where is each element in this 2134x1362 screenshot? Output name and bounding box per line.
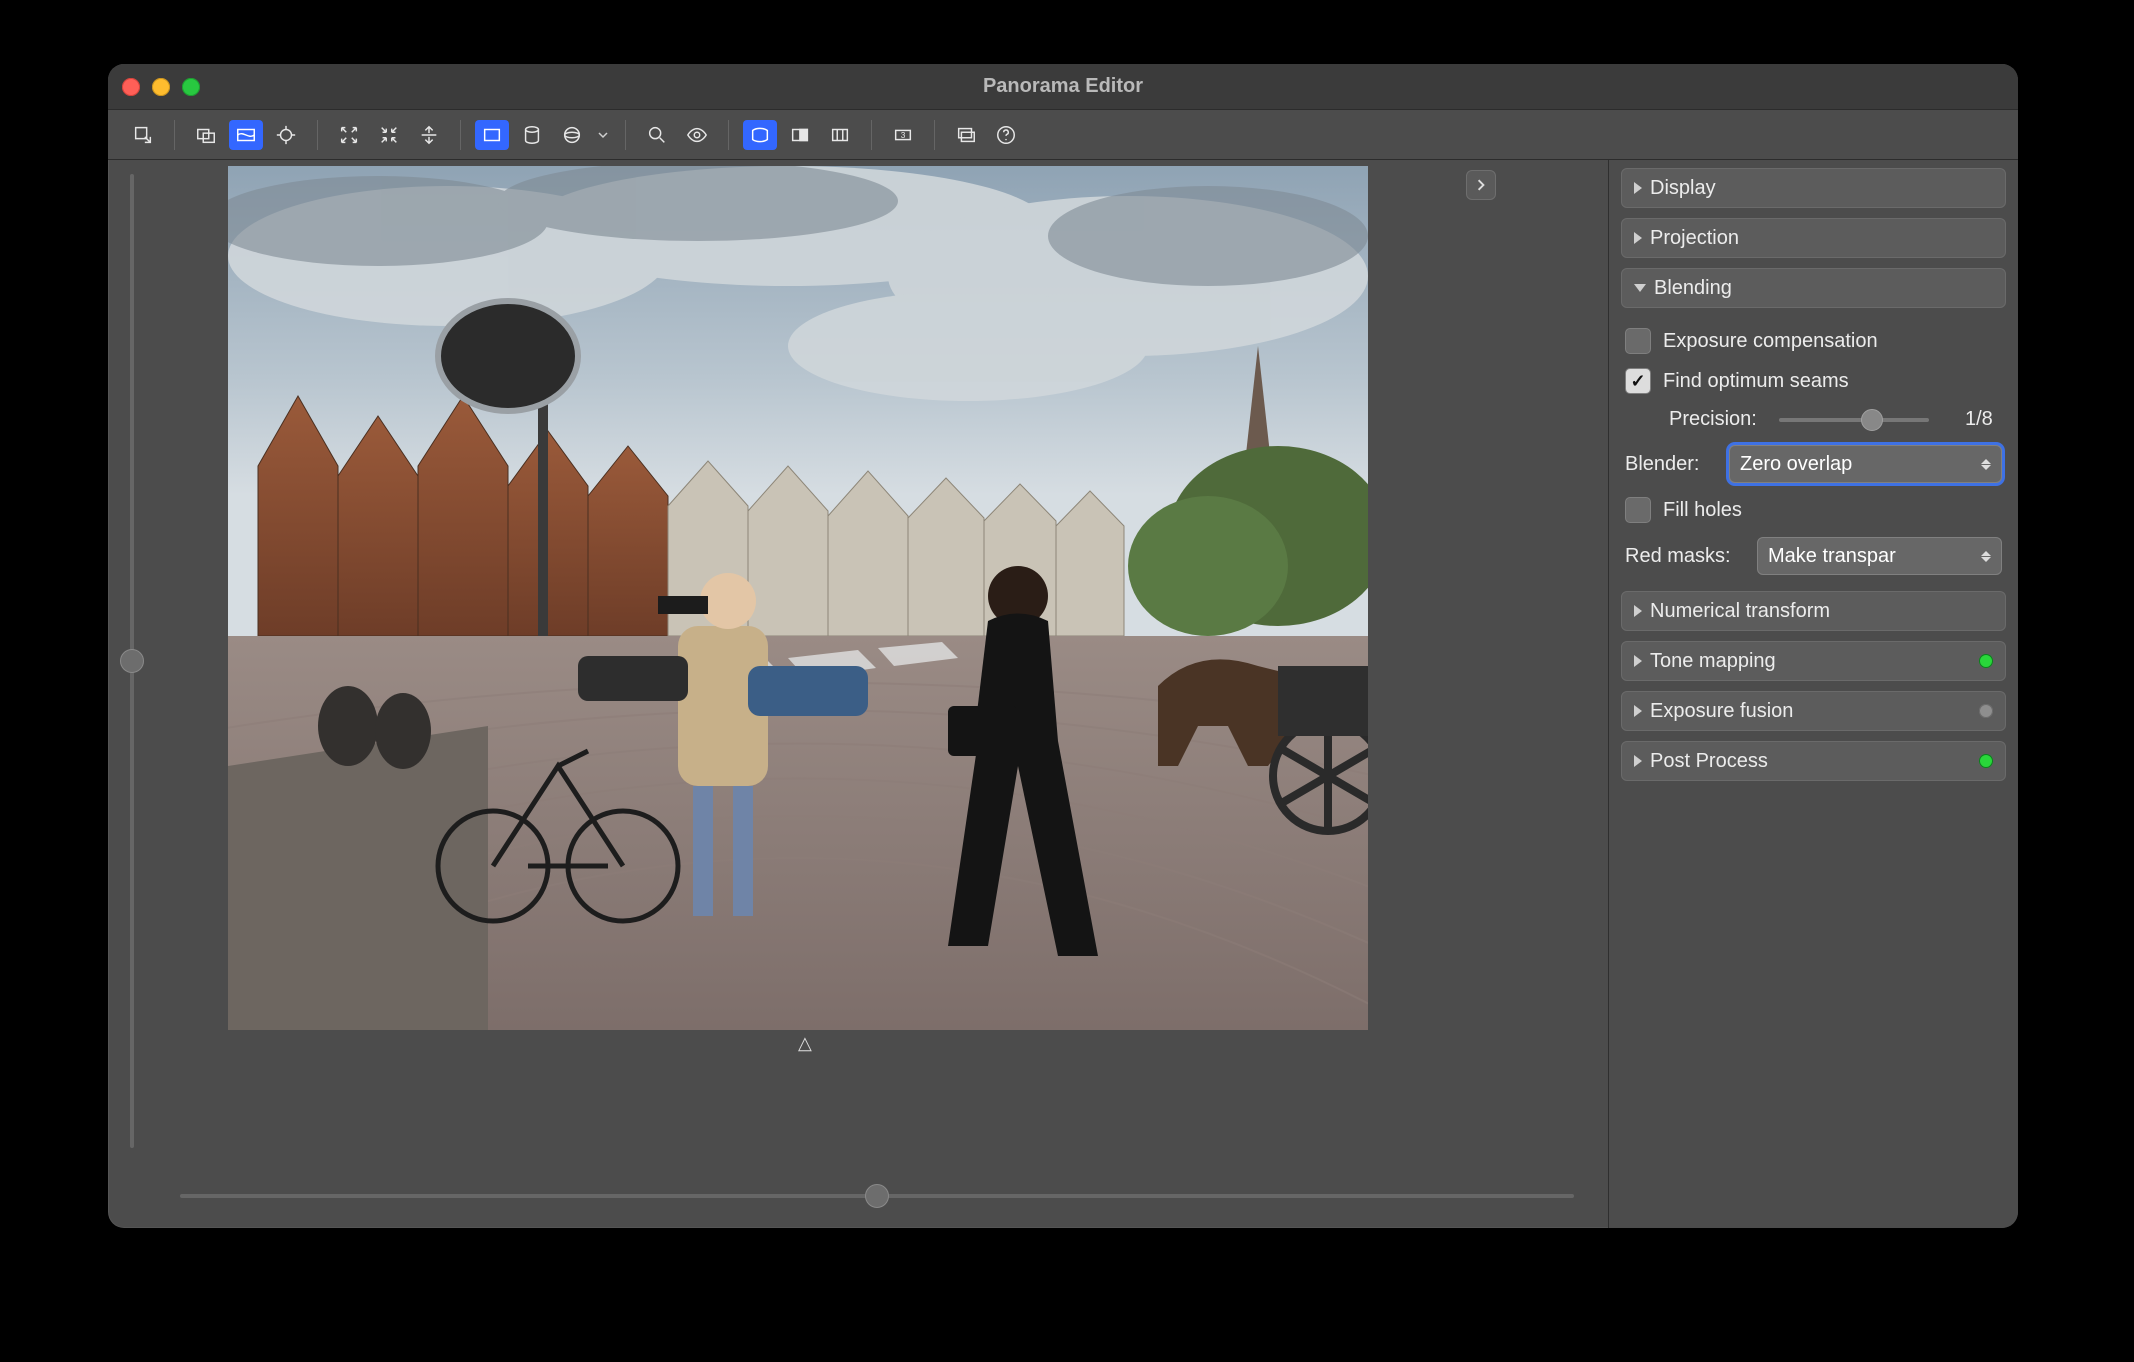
yaw-center-marker: △ (798, 1033, 812, 1054)
blender-select[interactable]: Zero overlap (1729, 445, 2002, 483)
red-masks-label: Red masks: (1625, 545, 1745, 568)
red-masks-value: Make transpar (1768, 545, 1896, 568)
thumbnail-3-icon[interactable]: 3 (886, 120, 920, 150)
layout-overlap-icon[interactable] (189, 120, 223, 150)
panorama-editor-window: Panorama Editor (108, 64, 2018, 1228)
panel-exposure-fusion[interactable]: Exposure fusion (1621, 691, 2006, 731)
window-controls (122, 64, 200, 110)
halftone-icon[interactable] (783, 120, 817, 150)
pitch-slider[interactable] (130, 174, 134, 1148)
chevron-right-icon (1634, 182, 1642, 194)
svg-text:3: 3 (901, 130, 906, 139)
panel-tone-mapping[interactable]: Tone mapping (1621, 641, 2006, 681)
chevron-right-icon (1634, 705, 1642, 717)
status-dot-icon (1979, 754, 1993, 768)
panel-projection[interactable]: Projection (1621, 218, 2006, 258)
window-stack-icon[interactable] (949, 120, 983, 150)
eye-icon[interactable] (680, 120, 714, 150)
toolbar-sep (934, 120, 935, 150)
status-dot-icon (1979, 704, 1993, 718)
panel-label: Tone mapping (1650, 650, 1776, 673)
find-optimum-seams-label: Find optimum seams (1663, 370, 1849, 393)
window-zoom-button[interactable] (182, 78, 200, 96)
toolbar-sep (871, 120, 872, 150)
chevron-right-icon (1634, 605, 1642, 617)
exposure-compensation-checkbox[interactable] (1625, 328, 1651, 354)
target-icon[interactable] (269, 120, 303, 150)
updown-caret-icon (1981, 459, 1991, 470)
status-dot-icon (1979, 654, 1993, 668)
panel-numerical-transform[interactable]: Numerical transform (1621, 591, 2006, 631)
chevron-right-icon (1634, 655, 1642, 667)
projection-dropdown-icon[interactable] (595, 120, 611, 150)
fit-vert-icon[interactable] (412, 120, 446, 150)
crop-outline-icon[interactable] (743, 120, 777, 150)
window-title: Panorama Editor (983, 75, 1143, 98)
fill-holes-checkbox[interactable] (1625, 497, 1651, 523)
pitch-slider-thumb[interactable] (120, 649, 144, 673)
precision-slider-thumb[interactable] (1861, 409, 1883, 431)
panel-label: Post Process (1650, 750, 1768, 773)
blender-label: Blender: (1625, 453, 1717, 476)
help-icon[interactable] (989, 120, 1023, 150)
editor-body: △ Display Projection (108, 160, 2018, 1228)
contract-icon[interactable] (372, 120, 406, 150)
panel-label: Projection (1650, 227, 1739, 250)
fill-holes-label: Fill holes (1663, 499, 1742, 522)
canvas-area: △ (108, 160, 1608, 1228)
panel-label: Blending (1654, 277, 1732, 300)
panel-blending-body: Exposure compensation Find optimum seams… (1621, 318, 2006, 581)
projection-rect-icon[interactable] (475, 120, 509, 150)
grid-icon[interactable] (823, 120, 857, 150)
sidebar-collapse-button[interactable] (1466, 170, 1496, 200)
precision-slider[interactable] (1779, 418, 1929, 422)
expand-icon[interactable] (332, 120, 366, 150)
panel-label: Numerical transform (1650, 600, 1830, 623)
selection-cursor-icon[interactable] (126, 120, 160, 150)
layout-panorama-icon[interactable] (229, 120, 263, 150)
blender-value: Zero overlap (1740, 453, 1852, 476)
red-masks-select[interactable]: Make transpar (1757, 537, 2002, 575)
panel-post-process[interactable]: Post Process (1621, 741, 2006, 781)
precision-value: 1/8 (1951, 408, 1993, 431)
find-optimum-seams-checkbox[interactable] (1625, 368, 1651, 394)
yaw-slider-thumb[interactable] (865, 1184, 889, 1208)
projection-sphere-icon[interactable] (555, 120, 589, 150)
chevron-down-icon (1634, 284, 1646, 292)
yaw-slider[interactable] (180, 1194, 1574, 1198)
toolbar: 3 (108, 110, 2018, 160)
toolbar-sep (460, 120, 461, 150)
titlebar: Panorama Editor (108, 64, 2018, 110)
window-minimize-button[interactable] (152, 78, 170, 96)
chevron-right-icon (1634, 755, 1642, 767)
precision-label: Precision: (1669, 408, 1757, 431)
updown-caret-icon (1981, 551, 1991, 562)
chevron-right-icon (1634, 232, 1642, 244)
projection-cylinder-icon[interactable] (515, 120, 549, 150)
toolbar-sep (317, 120, 318, 150)
search-zoom-icon[interactable] (640, 120, 674, 150)
window-close-button[interactable] (122, 78, 140, 96)
panorama-preview[interactable] (228, 166, 1368, 1030)
toolbar-sep (174, 120, 175, 150)
sidebar: Display Projection Blending Exposure com… (1608, 160, 2018, 1228)
panel-label: Display (1650, 177, 1716, 200)
toolbar-sep (728, 120, 729, 150)
panel-label: Exposure fusion (1650, 700, 1793, 723)
panel-display[interactable]: Display (1621, 168, 2006, 208)
exposure-compensation-label: Exposure compensation (1663, 330, 1878, 353)
toolbar-sep (625, 120, 626, 150)
panel-blending[interactable]: Blending (1621, 268, 2006, 308)
